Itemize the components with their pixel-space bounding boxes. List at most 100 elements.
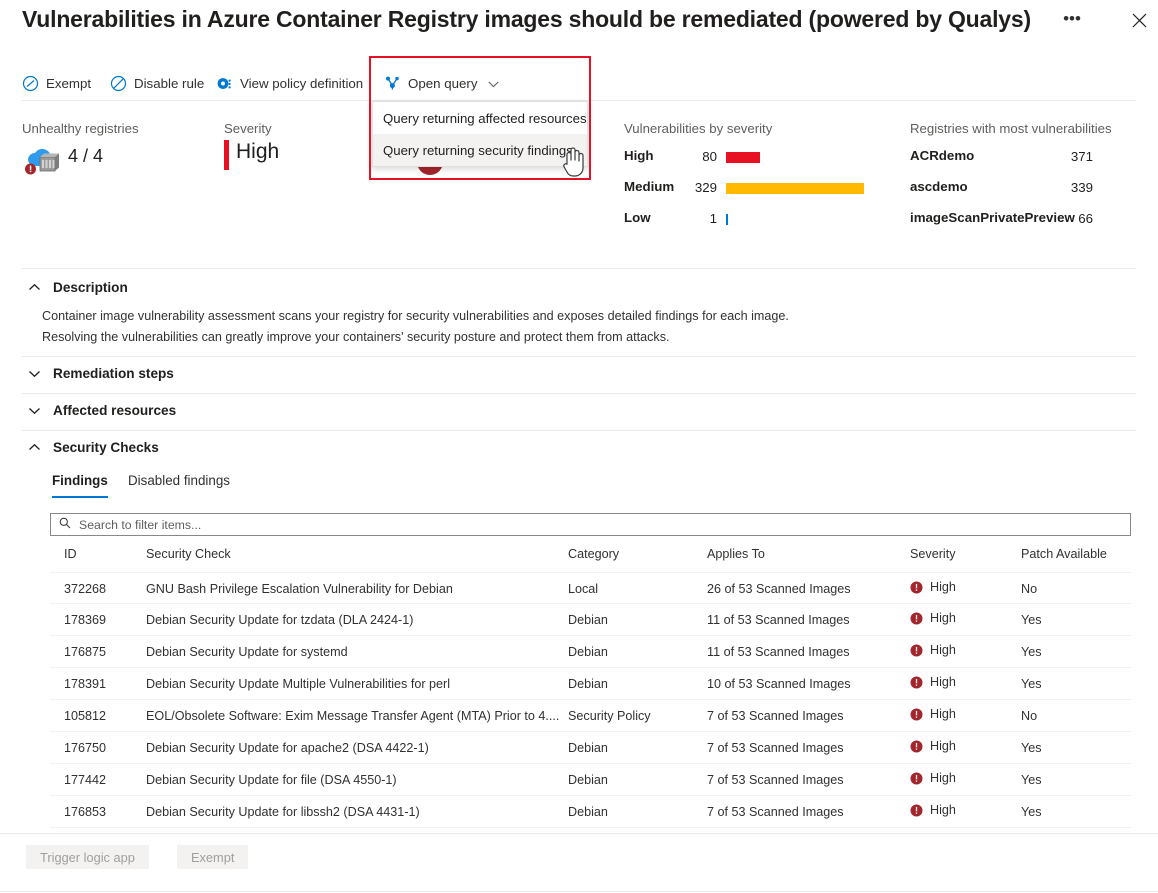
- open-query-menu-item-1[interactable]: Query returning security findings: [373, 134, 587, 166]
- severity-value: High: [236, 140, 279, 164]
- severity-indicator-bar: [224, 140, 229, 170]
- cell-category: Debian: [568, 773, 698, 787]
- chevron-down-icon: [28, 367, 41, 380]
- cell-id: 176750: [64, 741, 154, 755]
- disable-rule-icon: [110, 75, 127, 92]
- description-line-1: Container image vulnerability assessment…: [42, 309, 789, 323]
- cell-security-check: Debian Security Update for systemd: [146, 645, 566, 659]
- more-options-icon[interactable]: •••: [1058, 10, 1086, 36]
- table-column-header[interactable]: Applies To: [707, 547, 765, 561]
- trigger-logic-app-button[interactable]: Trigger logic app: [26, 845, 149, 869]
- severity-bar-value: 329: [684, 180, 717, 195]
- footer-exempt-button[interactable]: Exempt: [177, 845, 248, 869]
- disable-rule-button[interactable]: Disable rule: [110, 66, 204, 100]
- cell-id: 176875: [64, 645, 154, 659]
- policy-icon: [216, 75, 233, 92]
- findings-table: ID Security Check Category Applies To Severi…: [50, 544, 1131, 828]
- chevron-down-icon: [28, 404, 41, 417]
- search-input[interactable]: [77, 514, 1130, 535]
- open-query-menu-item-label: Query returning affected resources: [383, 111, 587, 126]
- cell-security-check: Debian Security Update for tzdata (DLA 2…: [146, 613, 566, 627]
- open-query-menu-item-0[interactable]: Query returning affected resources: [373, 102, 587, 134]
- open-query-button[interactable]: Open query: [384, 66, 499, 100]
- cell-security-check: Debian Security Update for apache2 (DSA …: [146, 741, 566, 755]
- table-column-header[interactable]: ID: [64, 547, 77, 561]
- security-recommendation-blade: Vulnerabilities in Azure Container Regis…: [0, 0, 1158, 893]
- open-query-menu-item-label: Query returning security findings: [383, 143, 573, 158]
- blade-titlebar: Vulnerabilities in Azure Container Regis…: [0, 0, 1158, 46]
- severity-bar-fill: [726, 152, 760, 163]
- table-row[interactable]: 178391Debian Security Update Multiple Vu…: [50, 668, 1131, 700]
- cell-security-check: Debian Security Update for file (DSA 455…: [146, 773, 566, 787]
- container-registry-icon: [24, 144, 62, 176]
- severity-badge-label: High: [930, 580, 956, 594]
- registry-vulnerability-count: 339: [1060, 180, 1093, 195]
- affected-resources-divider: [22, 393, 1136, 394]
- exempt-button[interactable]: Exempt: [22, 66, 91, 100]
- table-row[interactable]: 176853Debian Security Update for libssh2…: [50, 796, 1131, 828]
- severity-badge-label: High: [930, 771, 956, 785]
- cell-severity: High: [910, 803, 1000, 817]
- severity-badge-label: High: [930, 739, 956, 753]
- cell-id: 178391: [64, 677, 154, 691]
- cell-patch-available: No: [1021, 582, 1121, 596]
- cell-category: Debian: [568, 613, 698, 627]
- description-divider: [22, 268, 1136, 269]
- cell-applies-to: 7 of 53 Scanned Images: [707, 773, 902, 787]
- table-row[interactable]: 105812EOL/Obsolete Software: Exim Messag…: [50, 700, 1131, 732]
- severity-bar-label: Medium: [624, 179, 674, 194]
- chevron-down-icon: [488, 76, 499, 91]
- severity-bar-label: Low: [624, 210, 651, 225]
- page-title: Vulnerabilities in Azure Container Regis…: [22, 6, 1022, 33]
- cell-patch-available: Yes: [1021, 613, 1121, 627]
- cell-id: 105812: [64, 709, 154, 723]
- table-row[interactable]: 178369Debian Security Update for tzdata …: [50, 604, 1131, 636]
- cell-security-check: EOL/Obsolete Software: Exim Message Tran…: [146, 709, 566, 723]
- cell-security-check: Debian Security Update Multiple Vulnerab…: [146, 677, 566, 691]
- table-row[interactable]: 177442Debian Security Update for file (D…: [50, 764, 1131, 796]
- cell-id: 178369: [64, 613, 154, 627]
- remediation-steps-title: Remediation steps: [53, 366, 174, 381]
- severity-badge-label: High: [930, 707, 956, 721]
- close-icon[interactable]: [1126, 9, 1152, 35]
- registry-vulnerability-count: 66: [1060, 211, 1093, 226]
- tab-findings[interactable]: Findings: [52, 473, 108, 498]
- table-column-header[interactable]: Severity: [910, 547, 956, 561]
- table-row[interactable]: 176875Debian Security Update for systemd…: [50, 636, 1131, 668]
- cell-applies-to: 11 of 53 Scanned Images: [707, 645, 902, 659]
- registry-name: ascdemo: [910, 179, 968, 194]
- section-header-affected-resources[interactable]: Affected resources: [28, 403, 176, 418]
- table-column-header[interactable]: Security Check: [146, 547, 231, 561]
- cell-id: 372268: [64, 582, 154, 596]
- table-row[interactable]: 176750Debian Security Update for apache2…: [50, 732, 1131, 764]
- cell-category: Local: [568, 582, 698, 596]
- registry-name: imageScanPrivatePreview: [910, 210, 1075, 225]
- severity-bar-label: High: [624, 148, 654, 163]
- severity-badge-label: High: [930, 675, 956, 689]
- cell-category: Debian: [568, 741, 698, 755]
- registry-vulnerability-count: 371: [1060, 149, 1093, 164]
- description-line-2: Resolving the vulnerabilities can greatl…: [42, 330, 670, 344]
- severity-badge-label: High: [930, 803, 956, 817]
- cell-patch-available: Yes: [1021, 805, 1121, 819]
- table-column-header[interactable]: Patch Available: [1021, 547, 1107, 561]
- section-header-description[interactable]: Description: [28, 280, 128, 295]
- cell-applies-to: 11 of 53 Scanned Images: [707, 613, 902, 627]
- severity-bar-value: 1: [684, 211, 717, 226]
- section-header-security-checks[interactable]: Security Checks: [28, 440, 159, 455]
- cell-patch-available: Yes: [1021, 741, 1121, 755]
- tab-disabled-findings[interactable]: Disabled findings: [128, 473, 230, 496]
- severity-badge-label: High: [930, 643, 956, 657]
- open-query-dropdown-menu[interactable]: Query returning affected resources Query …: [372, 101, 588, 167]
- view-policy-definition-button[interactable]: View policy definition: [216, 66, 363, 100]
- cell-applies-to: 26 of 53 Scanned Images: [707, 582, 902, 596]
- table-row[interactable]: 372268GNU Bash Privilege Escalation Vuln…: [50, 572, 1131, 604]
- search-box[interactable]: [50, 513, 1131, 536]
- cell-severity: High: [910, 643, 1000, 657]
- section-header-remediation-steps[interactable]: Remediation steps: [28, 366, 174, 381]
- cell-security-check: GNU Bash Privilege Escalation Vulnerabil…: [146, 582, 566, 596]
- table-column-header[interactable]: Category: [568, 547, 619, 561]
- unhealthy-registries-label: Unhealthy registries: [22, 121, 139, 136]
- cell-applies-to: 10 of 53 Scanned Images: [707, 677, 902, 691]
- severity-bar-track: [726, 152, 864, 163]
